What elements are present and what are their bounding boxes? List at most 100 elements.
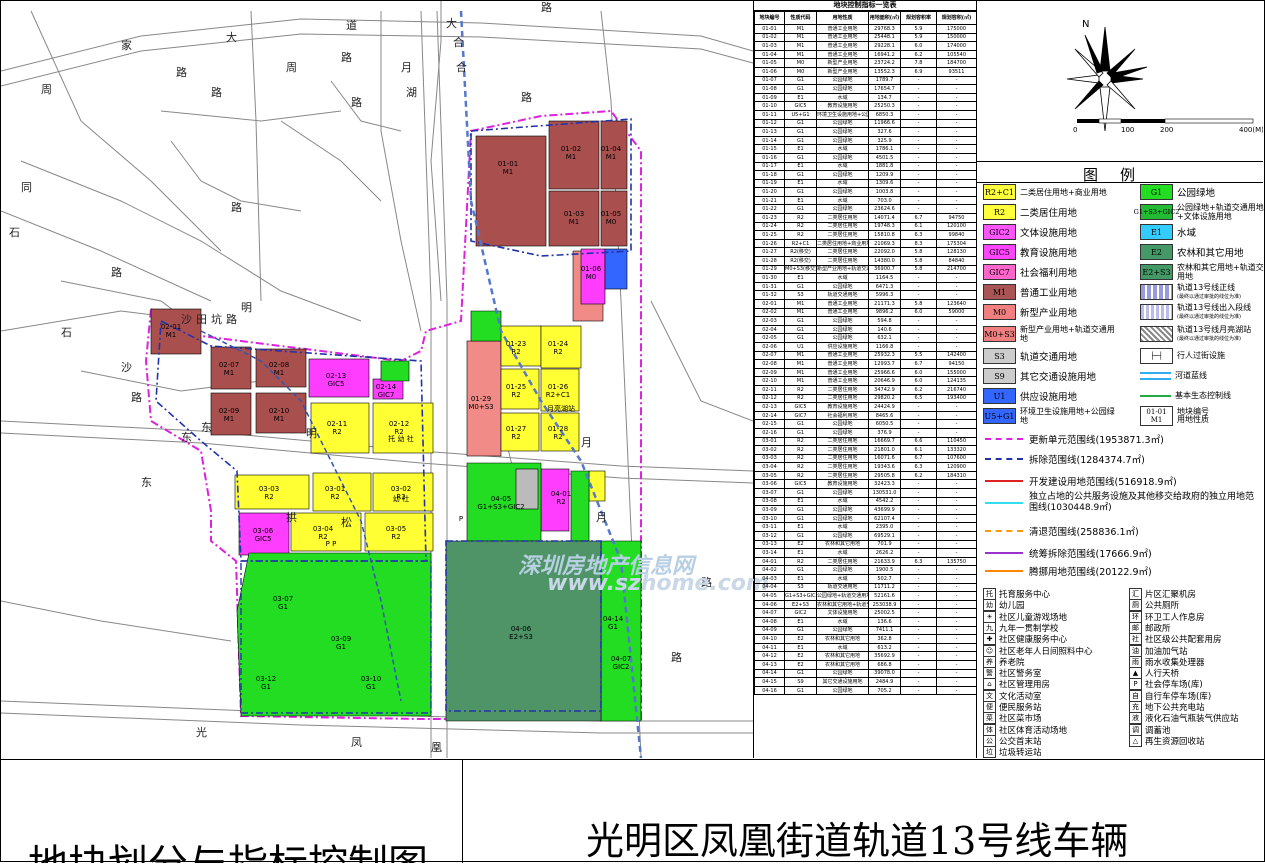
table-cell: 01-24 (754, 221, 785, 232)
table-cell: - (936, 75, 976, 86)
indicator-table: 地块控制指标一览表 地块编号 性质代码 用地性质 用地面积(㎡) 规划容积率 规划容积(㎡… (754, 1, 977, 758)
table-cell: - (900, 496, 937, 507)
legend-label: 独立占地的公共服务设施及其他移交给政府的独立用地范围线(1030448.9㎡) (1029, 492, 1255, 513)
table-cell: - (900, 101, 937, 111)
table-cell: 12993.7 (868, 359, 901, 369)
table-cell: 5.8 (900, 256, 937, 266)
table-cell: E1 (784, 161, 817, 172)
table-cell: G1 (784, 152, 817, 163)
table-cell: 03-10 (754, 513, 785, 524)
legend-label: 拆除范围线(1284374.7㎡) (1029, 455, 1145, 466)
table-cell: - (900, 513, 937, 524)
table-row: 01-15 E1 水域 1786.1- - (754, 144, 976, 154)
table-row: 03-06 GIC5 教育设施用地 32423.3- - (754, 479, 976, 490)
table-cell: 8465.6 (868, 410, 901, 421)
table-cell: 29505.8 (868, 470, 901, 481)
table-cell: 公园绿地 (816, 204, 869, 215)
legend-boundary-line: 统筹拆除范围线(17666.9㎡) (985, 546, 1152, 560)
table-cell: 6050.5 (868, 419, 901, 429)
table-cell: 水域 (816, 273, 869, 283)
table-cell: 01-21 (754, 195, 785, 206)
table-cell: - (900, 204, 937, 215)
svg-text:凰: 凰 (431, 741, 442, 754)
table-cell: G1 (784, 187, 817, 197)
svg-text:田: 田 (196, 313, 207, 326)
table-cell: GIC5 (784, 101, 817, 111)
table-cell: - (900, 273, 937, 283)
table-cell: 120100 (936, 221, 976, 232)
parcel-u1 (604, 248, 628, 290)
table-cell: 公园绿地 (816, 127, 869, 137)
table-cell: 21633.9 (868, 556, 901, 567)
legend-label: 社区体育活动场地 (999, 725, 1068, 736)
legend-label: 供应设施用地 (1020, 392, 1078, 403)
table-cell: 16941.2 (868, 49, 901, 60)
facility-icon: ⌂ (983, 678, 996, 691)
legend-label: 普通工业用地 (1020, 288, 1078, 299)
table-row: 04-09 G1 公园绿地 7411.1- - (754, 625, 976, 636)
table-cell: 水域 (816, 548, 869, 558)
facility-icon: 公 (983, 734, 996, 747)
table-cell: - (900, 170, 937, 180)
table-cell: 04-12 (754, 651, 785, 661)
table-row: 02-08 M1 普通工业用地 12993.7 6.7 94150 (754, 359, 976, 369)
table-cell: GIC2 (784, 608, 817, 618)
table-cell: 24424.9 (868, 402, 901, 412)
table-cell: 公园绿地 (816, 531, 869, 541)
legend-facility-item: 邮邮政所 (1129, 621, 1171, 634)
table-cell: 5996.3 (868, 290, 901, 300)
table-row: 02-12 R2 二类居住用地 29820.2 6.5 193400 (754, 393, 976, 404)
table-cell: E1 (784, 496, 817, 507)
table-cell: 04-08 (754, 616, 785, 627)
table-cell: M0 (784, 66, 817, 77)
table-cell: S9 (784, 677, 817, 687)
table-cell: - (900, 333, 937, 343)
table-cell: 123640 (936, 299, 976, 309)
table-cell: 公园绿地 (816, 152, 869, 163)
table-cell: 2484.9 (868, 677, 901, 687)
table-header-row: 地块编号 性质代码 用地性质 用地面积(㎡) 规划容积率 规划容积(㎡) (754, 11, 976, 25)
table-cell: 水域 (816, 178, 869, 189)
legend-facility-item: 自自行车停车场(库) (1129, 689, 1211, 702)
legend-label: 社区健康服务中心 (999, 635, 1068, 646)
table-cell: 01-08 (754, 84, 785, 94)
facility-icon: 便 (983, 701, 996, 713)
svg-text:周: 周 (41, 83, 52, 96)
table-cell: E1 (784, 178, 817, 189)
table-cell: M1 (784, 24, 817, 34)
table-row: 01-28 R2(移交) 二类居住用地 14380.0 5.8 84840 (754, 256, 976, 266)
svg-text:沙: 沙 (181, 313, 192, 326)
table-cell: 01-27 (754, 247, 785, 258)
legend-label: 公共厕所 (1145, 601, 1180, 612)
table-cell: M1 (784, 49, 817, 60)
table-cell: 703.0 (868, 195, 901, 206)
table-cell: 公园绿地 (816, 75, 869, 86)
table-cell: - (900, 118, 937, 129)
table-cell: G1 (784, 281, 817, 292)
table-cell: - (936, 204, 976, 215)
table-cell: - (900, 281, 937, 292)
table-cell: 农林和其它用地 (816, 539, 869, 550)
table-cell: 16071.6 (868, 453, 901, 464)
table-cell: 二类居住用地 (816, 436, 869, 447)
table-cell: 21801.0 (868, 445, 901, 455)
legend-boundary-line: 腾挪用地范围线(20122.9㎡) (985, 564, 1152, 578)
table-cell: 二类居住用地 (816, 247, 869, 258)
table-cell: 03-14 (754, 548, 785, 558)
svg-text:东: 东 (181, 431, 192, 444)
table-cell: 普通工业用地 (816, 49, 869, 60)
table-row: 02-04 G1 公园绿地 140.6- - (754, 324, 976, 335)
table-cell: 01-12 (754, 118, 785, 129)
legend-facility-item: 养养老院 (983, 655, 1025, 668)
legend-landuse-item: M0+S3 新型产业用地+轨道交通用地 (983, 325, 1120, 343)
table-cell: 普通工业用地 (816, 350, 869, 361)
parcel-label: 02-14 GIC7 (376, 383, 397, 399)
table-cell: 04-04 (754, 582, 785, 593)
map-panel[interactable]: 大道 家周 路路 大路 合合 月湖 路石 石路 沙田坑路 明明 东东 东 拱松 … (1, 1, 754, 758)
table-cell: 128130 (936, 247, 976, 258)
legend-label: 其它交通设施用地 (1020, 372, 1097, 383)
legend-symbol-swatch (1140, 284, 1173, 300)
legend-label: 环卫工人作息房 (1145, 612, 1205, 623)
table-cell: 水域 (816, 574, 869, 584)
table-row: 01-22 G1 公园绿地 23624.6- - (754, 204, 976, 215)
